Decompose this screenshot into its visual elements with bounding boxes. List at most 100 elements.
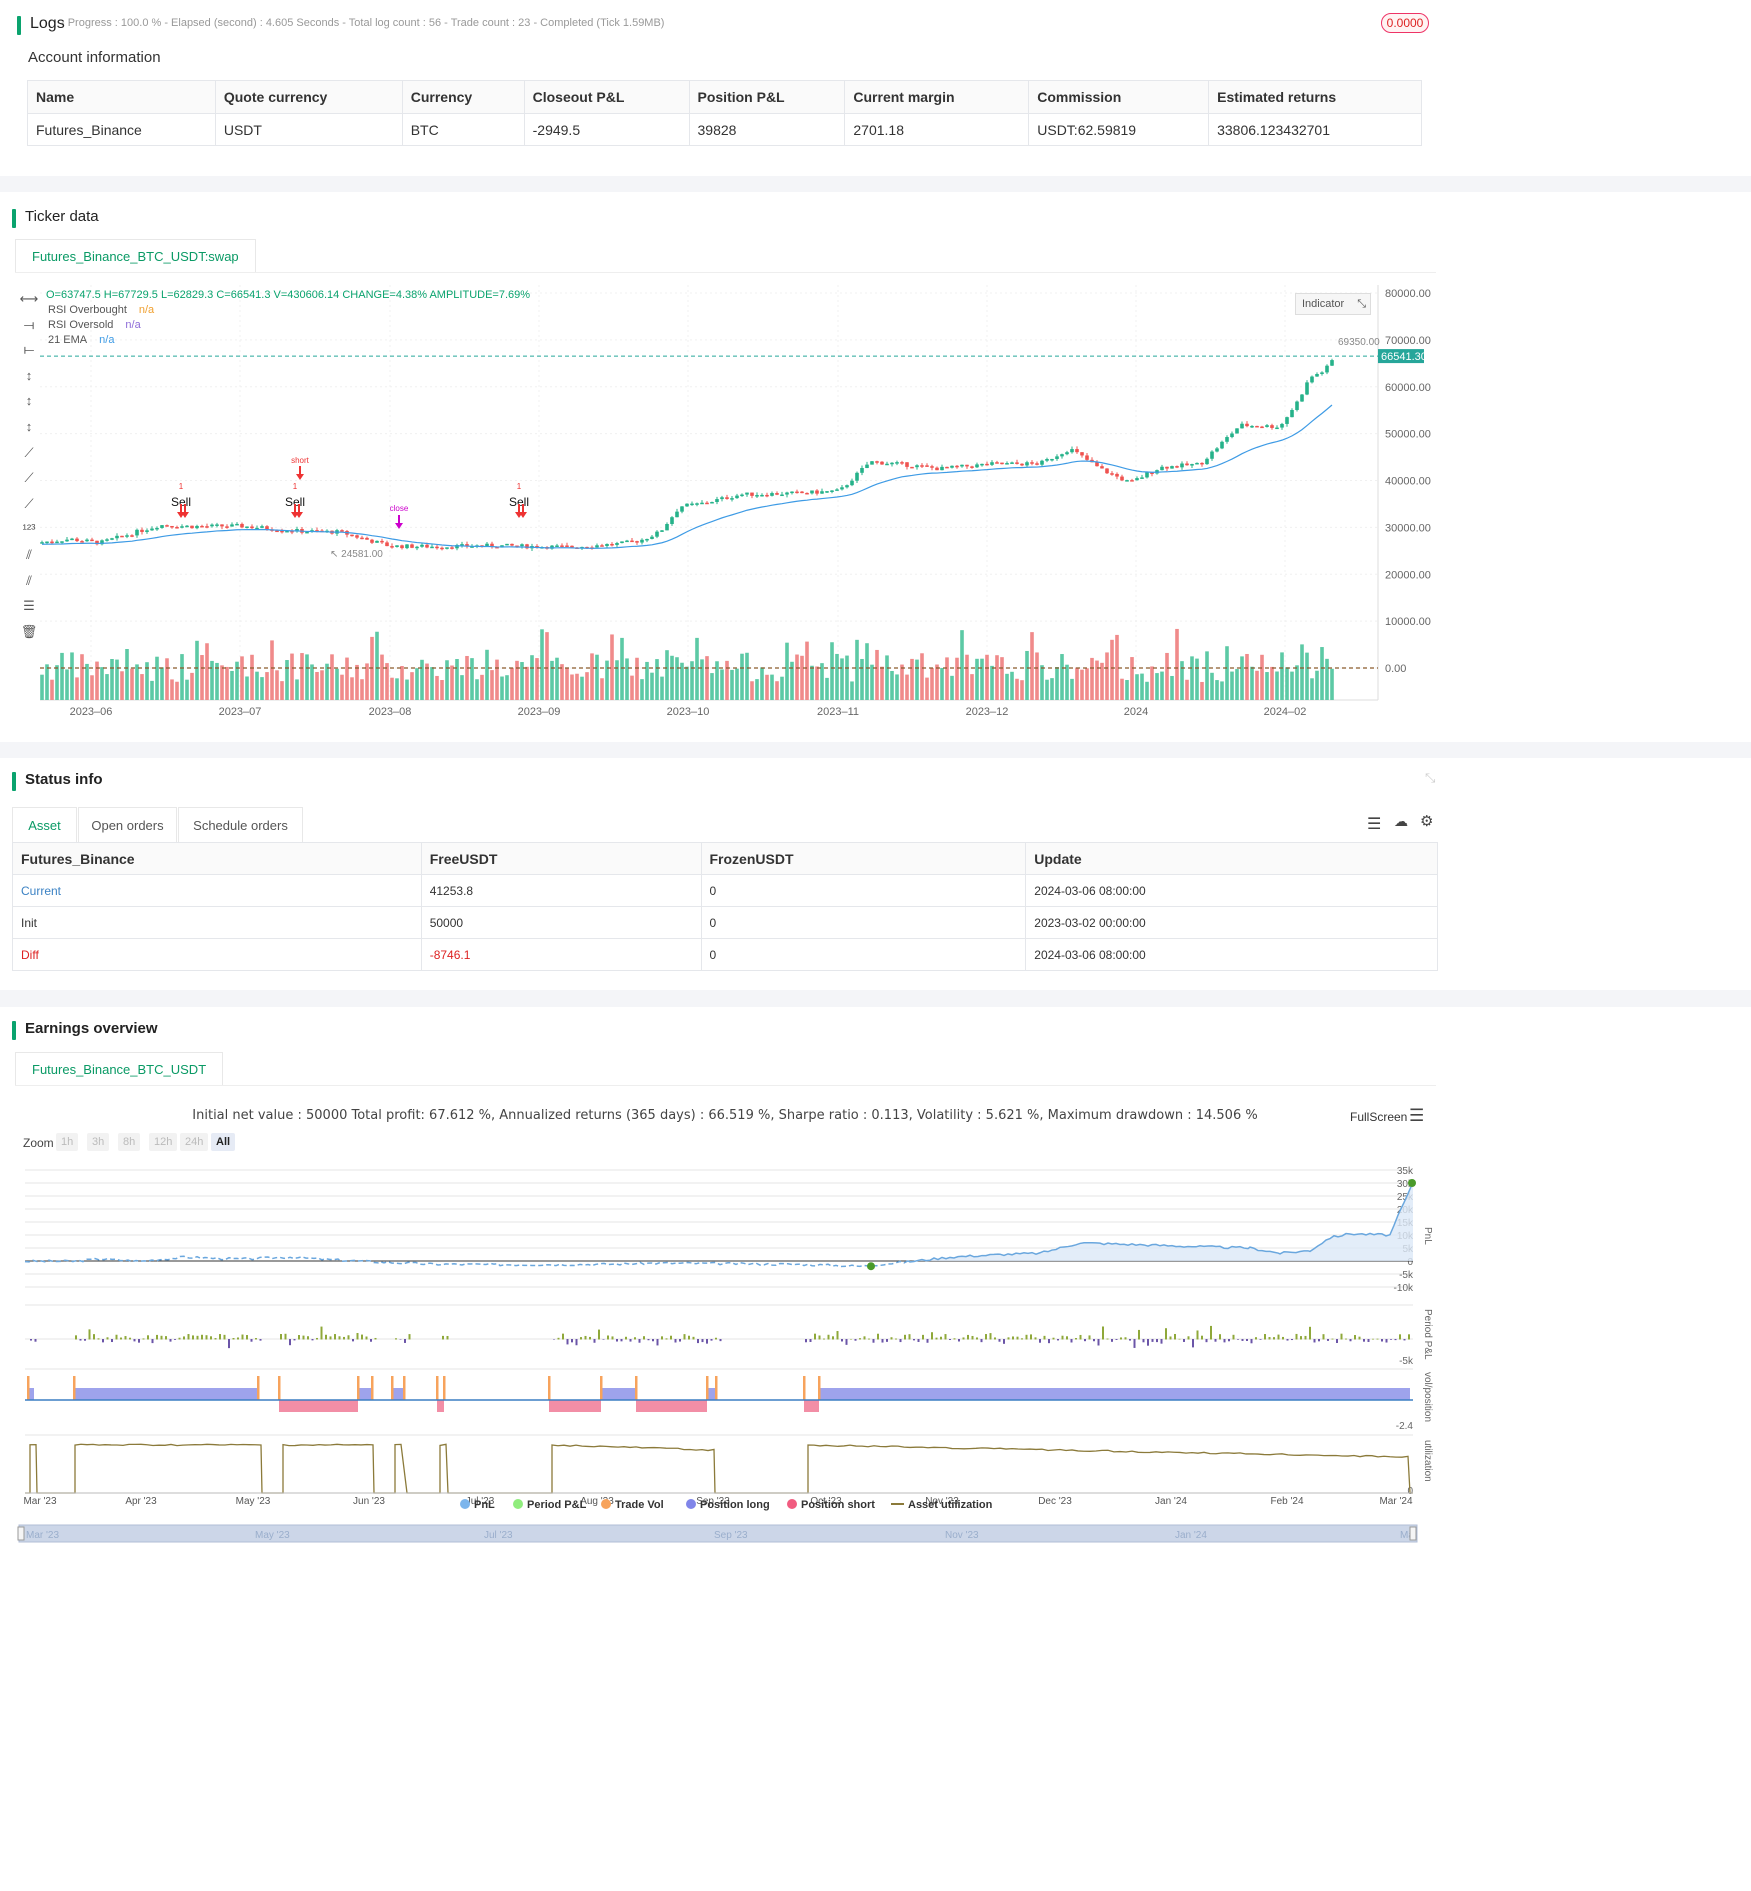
- period-bar: [1309, 1326, 1311, 1340]
- drawing-tool-icon[interactable]: 🗑: [18, 619, 40, 645]
- volume-bar: [1165, 652, 1169, 700]
- volume-bar: [930, 668, 934, 700]
- position-short: [279, 1400, 358, 1412]
- volume-bar: [855, 639, 859, 700]
- status-tab[interactable]: Schedule orders: [178, 807, 303, 842]
- cloud-download-icon[interactable]: ☁: [1394, 813, 1408, 830]
- volume-bar: [275, 670, 279, 700]
- asset-header: Update: [1025, 842, 1438, 875]
- asset-cell[interactable]: Current: [12, 874, 422, 907]
- drawing-tool-icon[interactable]: ⫽: [18, 568, 40, 594]
- volume-bar: [115, 659, 119, 700]
- period-bar: [832, 1336, 834, 1340]
- gear-icon[interactable]: ⚙: [1420, 812, 1433, 830]
- period-bar: [1408, 1334, 1410, 1340]
- account-header: Closeout P&L: [523, 80, 690, 114]
- period-bar: [859, 1338, 861, 1340]
- volume-bar: [490, 670, 494, 700]
- candle-body: [700, 502, 704, 505]
- zoom-button[interactable]: 1h: [56, 1133, 79, 1151]
- drawing-tool-icon[interactable]: ⟋: [18, 440, 40, 466]
- volume-bar: [1245, 653, 1249, 700]
- volume-bar: [1325, 658, 1329, 700]
- legend-label: Position long: [700, 1499, 770, 1511]
- drawing-tool-icon[interactable]: ↕: [18, 363, 40, 389]
- period-bar: [1147, 1339, 1149, 1346]
- drawing-tool-icon[interactable]: ⟋: [18, 491, 40, 517]
- volume-bar: [330, 654, 334, 700]
- period-bar: [102, 1339, 104, 1343]
- period-bar: [805, 1339, 807, 1343]
- zoom-button[interactable]: 8h: [118, 1133, 141, 1151]
- candle-body: [725, 497, 729, 499]
- pnl-tick: -5k: [1399, 1270, 1414, 1281]
- collapse-icon[interactable]: ⤡: [1425, 770, 1435, 786]
- drawing-tool-icon[interactable]: ¹²³: [18, 516, 40, 542]
- volume-bar: [1155, 673, 1159, 700]
- volume-bar: [445, 660, 449, 700]
- status-tab[interactable]: Asset: [12, 807, 77, 842]
- volume-bar: [1150, 666, 1154, 700]
- list-icon[interactable]: ☰: [1367, 814, 1381, 834]
- period-bar: [115, 1334, 118, 1340]
- status-tab[interactable]: Open orders: [78, 807, 177, 842]
- period-bar: [219, 1334, 221, 1340]
- period-bar: [1075, 1338, 1077, 1340]
- drawing-tool-icon[interactable]: ↕: [18, 388, 40, 414]
- candle-body: [70, 538, 74, 541]
- candle-body: [1035, 463, 1039, 465]
- volume-bar: [50, 679, 54, 700]
- candlestick-chart[interactable]: 80000.00 70000.00 60000.00 50000.00 40000.00…: [40, 285, 1440, 725]
- candle-body: [240, 523, 244, 528]
- account-header: Estimated returns: [1208, 80, 1422, 114]
- volume-bar: [1095, 660, 1099, 700]
- indicator-button[interactable]: Indicator ⤡: [1295, 293, 1371, 315]
- nav-tick: Sep '23: [714, 1530, 748, 1541]
- ticker-tab[interactable]: Futures_Binance_BTC_USDT:swap: [15, 239, 256, 272]
- drawing-tool-icon[interactable]: ⫽: [18, 542, 40, 568]
- candle-body: [1190, 464, 1194, 466]
- period-bar: [598, 1329, 600, 1340]
- drawing-tool-icon[interactable]: ↕: [18, 414, 40, 440]
- drawing-tool-icon[interactable]: ☰: [18, 593, 40, 619]
- candle-body: [990, 462, 994, 465]
- volume-bar: [60, 652, 64, 700]
- zoom-button[interactable]: 3h: [87, 1133, 110, 1151]
- volume-bar: [1265, 672, 1269, 700]
- volume-bar: [820, 663, 824, 700]
- legend-marker: [601, 1499, 611, 1509]
- drawing-tool-icon[interactable]: ⟝: [18, 337, 40, 363]
- position-long: [74, 1388, 258, 1400]
- volume-bar: [1015, 678, 1019, 700]
- position-long: [392, 1388, 404, 1400]
- y-tick: 60000.00: [1385, 382, 1431, 394]
- x-tick: Jan '24: [1155, 1496, 1187, 1507]
- period-bar: [30, 1339, 32, 1341]
- candle-body: [820, 491, 824, 494]
- drawing-tool-icon[interactable]: ⟞: [18, 312, 40, 338]
- asset-header: FrozenUSDT: [700, 842, 1027, 875]
- drawing-tool-icon[interactable]: ⟋: [18, 465, 40, 491]
- period-bar: [688, 1335, 690, 1340]
- period-bar: [1246, 1339, 1248, 1341]
- volume-bar: [1110, 639, 1114, 700]
- logs-title: Logs: [17, 15, 65, 35]
- zoom-button[interactable]: All: [211, 1133, 236, 1151]
- period-bar: [280, 1334, 282, 1340]
- period-bar: [701, 1339, 704, 1343]
- chart-legend: RSI Overbought n/a RSI Oversold n/a 21 EMA n/…: [48, 303, 154, 348]
- candle-body: [995, 462, 999, 464]
- candle-body: [1165, 466, 1169, 469]
- zoom-button[interactable]: 12h: [149, 1133, 178, 1151]
- menu-icon[interactable]: ☰: [1409, 1106, 1424, 1126]
- earnings-chart[interactable]: 35k30k25k20k15k10k5k0-5k-10kPnL-5kPeriod…: [0, 1157, 1451, 1891]
- fullscreen-button[interactable]: FullScreen: [1350, 1110, 1407, 1124]
- volume-bar: [240, 656, 244, 700]
- drawing-tool-icon[interactable]: ⟷: [18, 286, 40, 312]
- volume-bar: [55, 665, 59, 700]
- expand-icon[interactable]: ⤡: [1357, 294, 1366, 314]
- volume-bar: [555, 657, 559, 700]
- earnings-tab[interactable]: Futures_Binance_BTC_USDT: [15, 1052, 224, 1085]
- volume-bar: [45, 664, 49, 700]
- zoom-button[interactable]: 24h: [180, 1133, 209, 1151]
